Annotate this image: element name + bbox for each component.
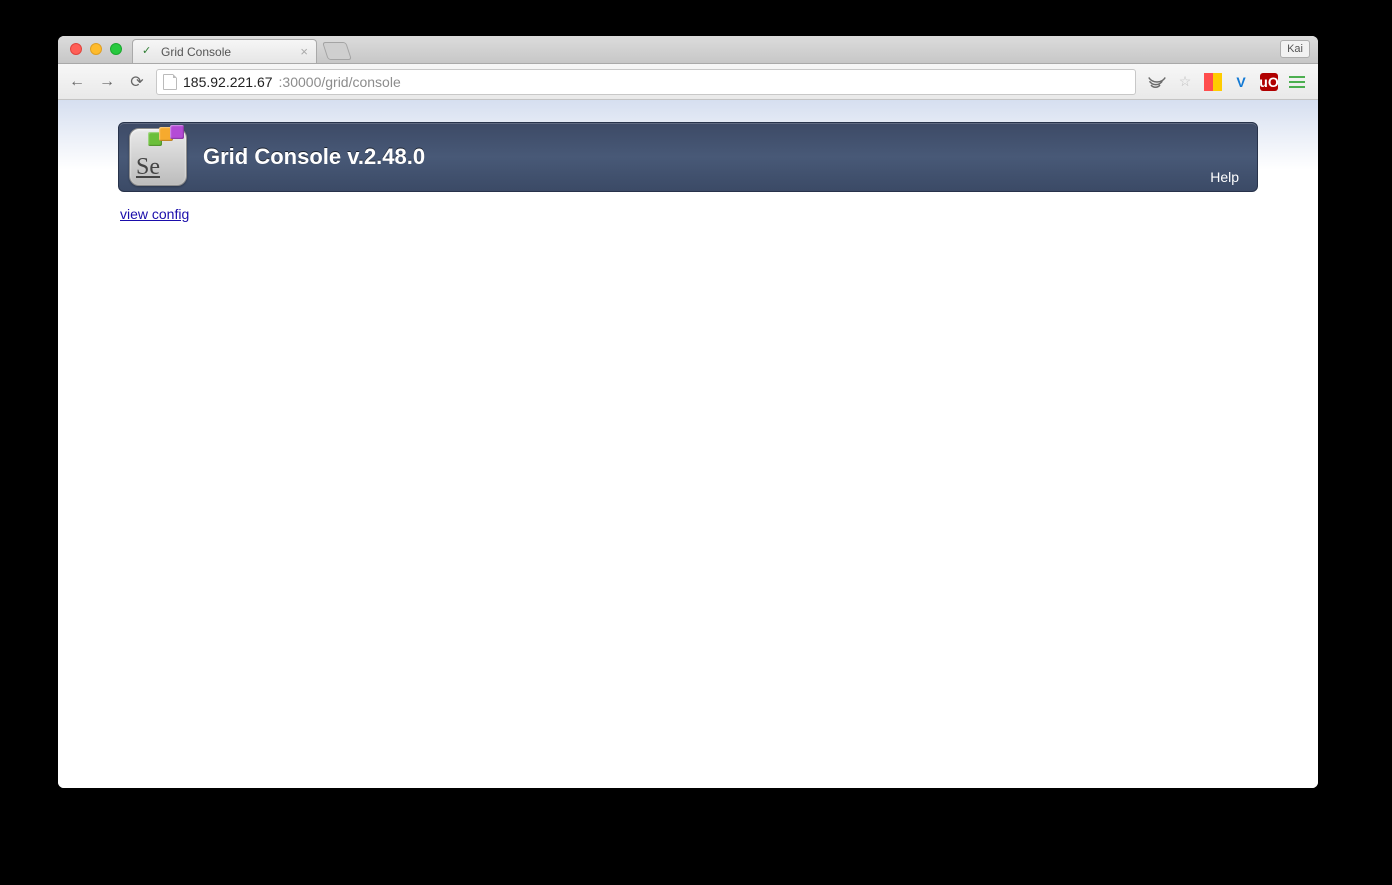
- selenium-cubes-icon: [151, 125, 184, 139]
- page-security-icon: [163, 74, 177, 90]
- profile-badge[interactable]: Kai: [1280, 40, 1310, 58]
- bookmark-star-icon[interactable]: ☆: [1176, 73, 1194, 91]
- browser-window: Grid Console × Kai ← → ⟳ 185.92.221.67 :3…: [58, 36, 1318, 788]
- extension-area: ☆ V uO: [1144, 73, 1310, 91]
- selenium-logo-icon: Se: [129, 128, 187, 186]
- color-extension-icon[interactable]: [1204, 73, 1222, 91]
- minimize-window-button[interactable]: [90, 43, 102, 55]
- window-controls: [70, 43, 122, 55]
- new-tab-button[interactable]: [322, 42, 352, 60]
- url-host: 185.92.221.67: [183, 74, 273, 90]
- url-path: :30000/grid/console: [279, 74, 401, 90]
- close-tab-button[interactable]: ×: [300, 44, 308, 59]
- address-bar[interactable]: 185.92.221.67 :30000/grid/console: [156, 69, 1136, 95]
- forward-button[interactable]: →: [96, 73, 118, 91]
- browser-toolbar: ← → ⟳ 185.92.221.67 :30000/grid/console ☆…: [58, 64, 1318, 100]
- page-viewport: Se Grid Console v.2.48.0 Help view confi…: [58, 100, 1318, 788]
- vimium-extension-icon[interactable]: V: [1232, 73, 1250, 91]
- selenium-logo-text: Se: [130, 154, 160, 185]
- zoom-window-button[interactable]: [110, 43, 122, 55]
- tab-title: Grid Console: [161, 45, 231, 59]
- browser-tab[interactable]: Grid Console ×: [132, 39, 317, 63]
- back-button[interactable]: ←: [66, 73, 88, 91]
- view-config-link[interactable]: view config: [120, 206, 189, 222]
- tab-favicon-icon: [141, 45, 155, 59]
- chrome-menu-button[interactable]: [1288, 73, 1306, 91]
- close-window-button[interactable]: [70, 43, 82, 55]
- help-link[interactable]: Help: [1210, 169, 1239, 185]
- console-title: Grid Console v.2.48.0: [203, 144, 425, 170]
- jquery-extension-icon[interactable]: [1148, 73, 1166, 91]
- tab-strip: Grid Console × Kai: [58, 36, 1318, 64]
- ublock-extension-icon[interactable]: uO: [1260, 73, 1278, 91]
- grid-console-header: Se Grid Console v.2.48.0 Help: [118, 122, 1258, 192]
- reload-button[interactable]: ⟳: [126, 72, 148, 92]
